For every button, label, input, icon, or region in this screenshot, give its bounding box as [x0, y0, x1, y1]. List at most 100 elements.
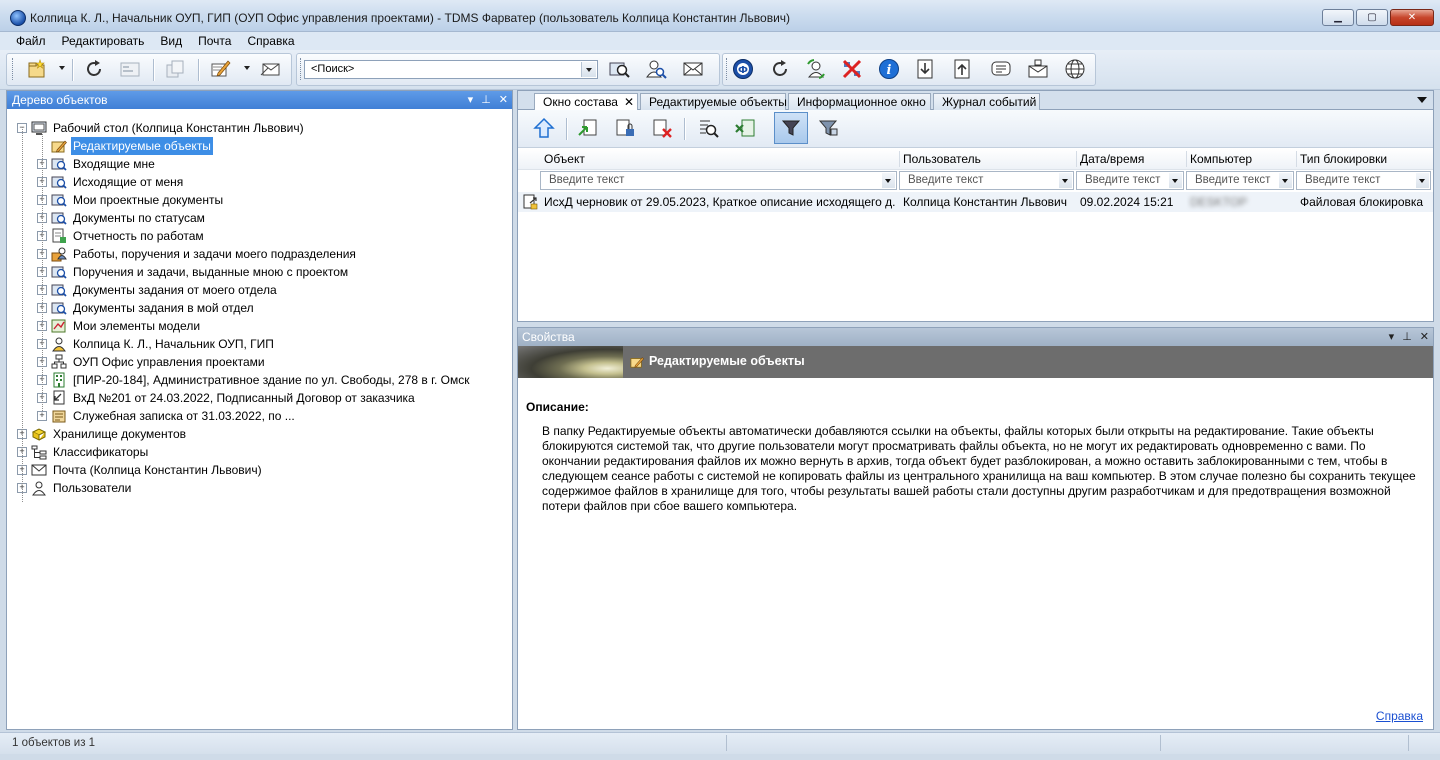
filter-dropdown-button[interactable] — [1169, 173, 1182, 188]
menu-edit[interactable]: Редактировать — [54, 34, 153, 48]
table-row[interactable]: ИсхД черновик от 29.05.2023, Краткое опи… — [518, 192, 1433, 212]
tree-node[interactable]: + Мои проектные документы — [37, 191, 225, 209]
filter-icon[interactable] — [774, 112, 808, 144]
pin-icon[interactable]: ⊥ — [481, 91, 491, 109]
web-icon[interactable] — [1064, 58, 1086, 80]
search-dropdown-button[interactable] — [581, 62, 596, 77]
column-divider[interactable] — [1186, 151, 1187, 167]
tree-node[interactable]: − Рабочий стол (Колпица Константин Львови… — [17, 119, 306, 137]
sync-users-icon[interactable] — [805, 58, 827, 80]
tree-node[interactable]: + Входящие мне — [37, 155, 157, 173]
tree-node[interactable]: + Исходящие от меня — [37, 173, 185, 191]
filter-dropdown-button[interactable] — [1416, 173, 1429, 188]
pane-menu-icon[interactable]: ▾ — [468, 91, 474, 109]
new-object-dropdown[interactable] — [59, 66, 65, 70]
pin-icon[interactable]: ⊥ — [1402, 328, 1412, 346]
tree-node[interactable]: + Документы по статусам — [37, 209, 207, 227]
filter-dropdown-button[interactable] — [1059, 173, 1072, 188]
toolbar-grip — [726, 58, 729, 80]
maximize-button[interactable]: ▢ — [1356, 9, 1388, 26]
pane-close-icon[interactable]: ✕ — [499, 91, 508, 109]
toolbar-grip — [12, 58, 15, 80]
filter-user-input[interactable]: Введите текст — [899, 171, 1074, 190]
column-settings-icon[interactable] — [816, 116, 840, 140]
tree-node[interactable]: + Классификаторы — [17, 443, 150, 461]
tab-close-icon[interactable]: ✕ — [624, 95, 634, 109]
search-input[interactable]: <Поиск> — [304, 60, 598, 79]
menu-view[interactable]: Вид — [152, 34, 190, 48]
find-in-list-icon[interactable] — [696, 116, 720, 140]
filter-lock-type-input[interactable]: Введите текст — [1296, 171, 1431, 190]
cancel-edit-icon[interactable] — [650, 116, 674, 140]
edit-document-icon[interactable] — [210, 58, 232, 80]
tree-node[interactable]: + Колпица К. Л., Начальник ОУП, ГИП — [37, 335, 276, 353]
filter-dropdown-button[interactable] — [882, 173, 895, 188]
expand-icon[interactable]: + — [37, 411, 47, 421]
tree-node[interactable]: + Работы, поручения и задачи моего подраз… — [37, 245, 358, 263]
menu-mail[interactable]: Почта — [190, 34, 239, 48]
tree-node[interactable]: + Документы задания в мой отдел — [37, 299, 256, 317]
column-header-computer[interactable]: Компьютер — [1190, 152, 1252, 166]
tab-info-window[interactable]: Информационное окно — [788, 93, 931, 110]
tree-node[interactable]: + Поручения и задачи, выданные мною с про… — [37, 263, 350, 281]
search-folder-icon — [51, 264, 67, 280]
new-object-icon[interactable] — [26, 58, 48, 80]
column-header-lock-type[interactable]: Тип блокировки — [1300, 152, 1387, 166]
export-excel-icon[interactable] — [733, 116, 757, 140]
tree-node[interactable]: + Документы задания от моего отдела — [37, 281, 279, 299]
up-arrow-icon[interactable] — [532, 116, 556, 140]
farvater-logo-icon[interactable]: Ф — [732, 58, 754, 80]
tabs-menu-icon[interactable] — [1417, 97, 1427, 103]
search-mail-icon[interactable] — [682, 58, 704, 80]
tree-node[interactable]: + Пользователи — [17, 479, 133, 497]
tree-node[interactable]: + Почта (Колпица Константин Львович) — [17, 461, 264, 479]
column-header-datetime[interactable]: Дата/время — [1080, 152, 1144, 166]
refresh-icon[interactable] — [83, 58, 105, 80]
messages-icon[interactable] — [990, 58, 1012, 80]
tree-node[interactable]: + Отчетность по работам — [37, 227, 206, 245]
column-header-object[interactable]: Объект — [544, 152, 585, 166]
tree-node[interactable]: + ВхД №201 от 24.03.2022, Подписанный Дог… — [37, 389, 417, 407]
column-divider[interactable] — [899, 151, 900, 167]
filter-object-input[interactable]: Введите текст — [540, 171, 897, 190]
tree-node[interactable]: + Хранилище документов — [17, 425, 188, 443]
close-button[interactable]: ✕ — [1390, 9, 1434, 26]
update-icon[interactable] — [769, 58, 791, 80]
minimize-button[interactable]: ▁ — [1322, 9, 1354, 26]
filter-computer-input[interactable]: Введите текст — [1186, 171, 1294, 190]
delete-structure-icon[interactable] — [841, 58, 863, 80]
pane-menu-icon[interactable]: ▾ — [1389, 328, 1395, 346]
column-divider[interactable] — [1296, 151, 1297, 167]
tab-composition[interactable]: Окно состава ✕ — [534, 93, 638, 111]
mailbox-icon[interactable] — [1027, 58, 1049, 80]
menu-file[interactable]: Файл — [8, 34, 54, 48]
column-divider[interactable] — [1076, 151, 1077, 167]
filter-row: Введите текст Введите текст Введите текс… — [518, 170, 1433, 192]
checkout-icon[interactable] — [576, 116, 600, 140]
edit-dropdown[interactable] — [244, 66, 250, 70]
help-link[interactable]: Справка — [1376, 709, 1423, 723]
tree-node[interactable]: + ОУП Офис управления проектами — [37, 353, 267, 371]
search-user-icon[interactable] — [645, 58, 667, 80]
checkin-icon[interactable] — [613, 116, 637, 140]
pane-close-icon[interactable]: ✕ — [1420, 328, 1429, 346]
search-folder-icon[interactable] — [608, 58, 630, 80]
properties-icon[interactable] — [119, 58, 141, 80]
menu-help[interactable]: Справка — [239, 34, 302, 48]
tree-node[interactable]: + Мои элементы модели — [37, 317, 202, 335]
tree-node[interactable]: + Служебная записка от 31.03.2022, по ... — [37, 407, 297, 425]
copy-icon[interactable] — [164, 58, 186, 80]
send-icon[interactable] — [260, 58, 282, 80]
tab-event-log[interactable]: Журнал событий — [933, 93, 1040, 110]
tree-node[interactable]: + [ПИР-20-184], Административное здание п… — [37, 371, 472, 389]
status-divider — [1408, 735, 1409, 751]
export-icon[interactable] — [951, 58, 973, 80]
tree-node[interactable]: Редактируемые объекты — [37, 137, 213, 155]
tab-editable-objects[interactable]: Редактируемые объекты — [640, 93, 787, 110]
import-icon[interactable] — [914, 58, 936, 80]
column-header-user[interactable]: Пользователь — [903, 152, 981, 166]
filter-datetime-input[interactable]: Введите текст — [1076, 171, 1184, 190]
storage-icon — [31, 426, 47, 442]
info-icon[interactable]: i — [878, 58, 900, 80]
filter-dropdown-button[interactable] — [1279, 173, 1292, 188]
